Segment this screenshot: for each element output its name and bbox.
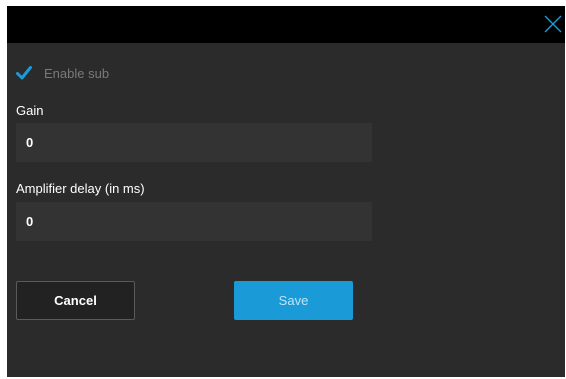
gain-label: Gain bbox=[16, 103, 44, 118]
dialog-titlebar bbox=[7, 6, 565, 43]
amplifier-delay-label: Amplifier delay (in ms) bbox=[16, 181, 145, 196]
enable-sub-checkbox[interactable]: Enable sub bbox=[16, 63, 109, 83]
amplifier-delay-input[interactable] bbox=[16, 202, 372, 241]
gain-input[interactable] bbox=[16, 123, 372, 162]
enable-sub-label: Enable sub bbox=[44, 65, 110, 81]
dialog: Enable sub Gain Amplifier delay (in ms) … bbox=[7, 6, 565, 377]
close-icon bbox=[544, 15, 562, 33]
close-button[interactable] bbox=[537, 6, 565, 43]
checkmark-icon bbox=[16, 66, 32, 80]
save-button[interactable]: Save bbox=[234, 281, 353, 320]
cancel-button[interactable]: Cancel bbox=[16, 281, 135, 320]
